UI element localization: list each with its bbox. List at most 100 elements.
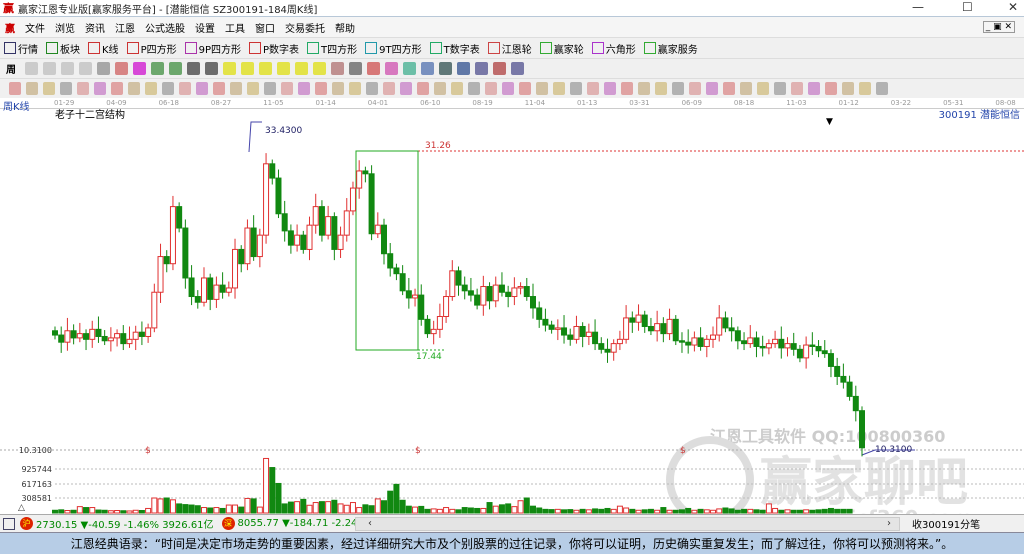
tool-icon[interactable] <box>875 82 888 95</box>
tool-icon[interactable] <box>348 62 362 75</box>
tool-icon[interactable] <box>178 82 191 95</box>
tool-icon[interactable] <box>467 82 480 95</box>
menu-item[interactable]: 江恩 <box>115 20 135 35</box>
menu-item[interactable]: 工具 <box>225 20 245 35</box>
tool-icon[interactable] <box>501 82 514 95</box>
tool-icon[interactable] <box>552 82 565 95</box>
tool-icon[interactable] <box>535 82 548 95</box>
tool-icon[interactable] <box>25 82 38 95</box>
tool-icon[interactable] <box>312 62 326 75</box>
maximize-button[interactable]: ☐ <box>962 0 973 14</box>
tool-icon[interactable] <box>280 82 293 95</box>
tool-icon[interactable] <box>258 62 272 75</box>
toolbar-行情[interactable]: 行情 <box>4 41 38 56</box>
tool-icon[interactable] <box>314 82 327 95</box>
tool-icon[interactable] <box>222 62 236 75</box>
tool-icon[interactable] <box>212 82 225 95</box>
tool-icon[interactable] <box>348 82 361 95</box>
tool-icon[interactable] <box>858 82 871 95</box>
menu-item[interactable]: 文件 <box>25 20 45 35</box>
tool-icon[interactable] <box>246 82 259 95</box>
tool-icon[interactable] <box>569 82 582 95</box>
toolbar-P数字表[interactable]: P数字表 <box>249 41 299 56</box>
tool-icon[interactable] <box>60 62 74 75</box>
tool-icon[interactable] <box>722 82 735 95</box>
tool-icon[interactable] <box>654 82 667 95</box>
tool-icon[interactable] <box>161 82 174 95</box>
tool-icon[interactable] <box>402 62 416 75</box>
toolbar-江恩轮[interactable]: 江恩轮 <box>487 41 532 56</box>
tool-icon[interactable] <box>229 82 242 95</box>
tool-icon[interactable] <box>438 62 452 75</box>
close-button[interactable]: ✕ <box>1008 0 1018 14</box>
tool-icon[interactable] <box>195 82 208 95</box>
tool-icon[interactable] <box>144 82 157 95</box>
tool-icon[interactable] <box>276 62 290 75</box>
tool-icon[interactable] <box>382 82 395 95</box>
tool-icon[interactable] <box>671 82 684 95</box>
tool-icon[interactable] <box>603 82 616 95</box>
toolbar-9P四方形[interactable]: 9P四方形 <box>184 41 241 56</box>
tool-icon[interactable] <box>168 62 182 75</box>
kline-chart[interactable]: 老子十二宫结构 300191 潜能恒信 ▼ 江恩工具软件 QQ:100800360 赢家… <box>0 109 1024 514</box>
tool-icon[interactable] <box>416 82 429 95</box>
tool-icon[interactable] <box>510 62 524 75</box>
tool-icon[interactable] <box>263 82 276 95</box>
tool-icon[interactable] <box>450 82 463 95</box>
tool-icon[interactable] <box>739 82 752 95</box>
toolbar-P四方形[interactable]: P四方形 <box>126 41 177 56</box>
tool-icon[interactable] <box>331 82 344 95</box>
tool-icon[interactable] <box>132 62 146 75</box>
toolbar-赢家服务[interactable]: 赢家服务 <box>643 41 698 56</box>
tick-detail[interactable]: 收300191分笔 <box>912 516 980 531</box>
toolbar-T四方形[interactable]: T四方形 <box>307 41 357 56</box>
menu-item[interactable]: 窗口 <box>255 20 275 35</box>
tool-icon[interactable] <box>790 82 803 95</box>
tool-icon[interactable] <box>110 82 123 95</box>
toolbar-赢家轮[interactable]: 赢家轮 <box>539 41 584 56</box>
tool-icon[interactable] <box>484 82 497 95</box>
tool-icon[interactable] <box>841 82 854 95</box>
tool-icon[interactable] <box>399 82 412 95</box>
minimize-button[interactable]: — <box>912 0 924 14</box>
calculator-icon[interactable] <box>3 517 15 530</box>
tool-icon[interactable] <box>688 82 701 95</box>
toolbar-板块[interactable]: 板块 <box>46 41 80 56</box>
menu-item[interactable]: 浏览 <box>55 20 75 35</box>
tool-icon[interactable] <box>96 62 110 75</box>
toolbar-六角形[interactable]: 六角形 <box>591 41 636 56</box>
tool-icon[interactable] <box>59 82 72 95</box>
tool-icon[interactable] <box>756 82 769 95</box>
toolbar-9T四方形[interactable]: 9T四方形 <box>365 41 422 56</box>
menu-item[interactable]: 资讯 <box>85 20 105 35</box>
tool-icon[interactable] <box>127 82 140 95</box>
tool-icon[interactable] <box>150 62 164 75</box>
tool-icon[interactable] <box>773 82 786 95</box>
mdi-controls[interactable]: _ ▣ ✕ <box>982 21 1015 33</box>
tool-icon[interactable] <box>93 82 106 95</box>
tool-icon[interactable] <box>330 62 344 75</box>
horizontal-scrollbar[interactable]: ‹ › <box>355 517 900 531</box>
menu-item[interactable]: 公式选股 <box>145 20 185 35</box>
tool-icon[interactable] <box>420 62 434 75</box>
menu-item[interactable]: 设置 <box>195 20 215 35</box>
tool-icon[interactable] <box>492 62 506 75</box>
tool-icon[interactable] <box>807 82 820 95</box>
tool-icon[interactable] <box>365 82 378 95</box>
period-select[interactable]: 周 <box>6 61 16 76</box>
tool-icon[interactable] <box>186 62 200 75</box>
tool-icon[interactable] <box>456 62 470 75</box>
tool-icon[interactable] <box>294 62 308 75</box>
toolbar-T数字表[interactable]: T数字表 <box>429 41 480 56</box>
tool-icon[interactable] <box>114 62 128 75</box>
tool-icon[interactable] <box>8 82 21 95</box>
tool-icon[interactable] <box>78 62 92 75</box>
tool-icon[interactable] <box>366 62 380 75</box>
tool-icon[interactable] <box>518 82 531 95</box>
tool-icon[interactable] <box>42 62 56 75</box>
tool-icon[interactable] <box>240 62 254 75</box>
tool-icon[interactable] <box>384 62 398 75</box>
tool-icon[interactable] <box>24 62 38 75</box>
tool-icon[interactable] <box>297 82 310 95</box>
tool-icon[interactable] <box>705 82 718 95</box>
